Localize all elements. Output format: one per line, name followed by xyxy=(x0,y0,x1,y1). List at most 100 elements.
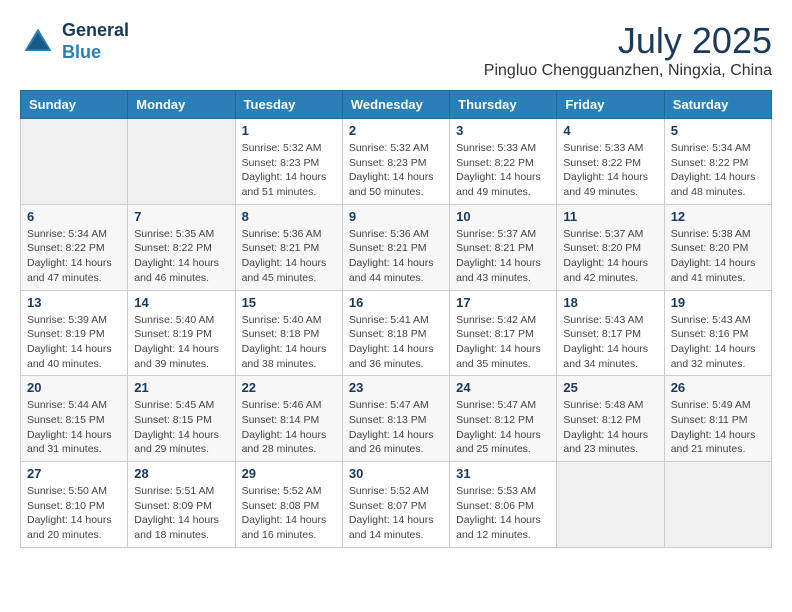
calendar-cell: 23 Sunrise: 5:47 AM Sunset: 8:13 PM Dayli… xyxy=(342,376,449,462)
calendar-cell xyxy=(128,119,235,205)
weekday-header-monday: Monday xyxy=(128,91,235,119)
day-info: Sunrise: 5:37 AM Sunset: 8:21 PM Dayligh… xyxy=(456,227,550,286)
calendar-cell xyxy=(664,462,771,548)
day-number: 27 xyxy=(27,466,121,481)
day-info: Sunrise: 5:49 AM Sunset: 8:11 PM Dayligh… xyxy=(671,398,765,457)
day-info: Sunrise: 5:40 AM Sunset: 8:19 PM Dayligh… xyxy=(134,313,228,372)
calendar-cell xyxy=(21,119,128,205)
calendar-cell: 30 Sunrise: 5:52 AM Sunset: 8:07 PM Dayli… xyxy=(342,462,449,548)
day-info: Sunrise: 5:37 AM Sunset: 8:20 PM Dayligh… xyxy=(563,227,657,286)
day-info: Sunrise: 5:36 AM Sunset: 8:21 PM Dayligh… xyxy=(349,227,443,286)
day-number: 24 xyxy=(456,380,550,395)
day-number: 23 xyxy=(349,380,443,395)
calendar-cell: 4 Sunrise: 5:33 AM Sunset: 8:22 PM Daylig… xyxy=(557,119,664,205)
calendar-cell: 17 Sunrise: 5:42 AM Sunset: 8:17 PM Dayli… xyxy=(450,290,557,376)
header: General Blue July 2025 Pingluo Chengguan… xyxy=(20,20,772,80)
day-number: 21 xyxy=(134,380,228,395)
day-info: Sunrise: 5:52 AM Sunset: 8:07 PM Dayligh… xyxy=(349,484,443,543)
calendar-cell: 2Sunrise: 5:32 AM Sunset: 8:23 PM Daylig… xyxy=(342,119,449,205)
day-number: 19 xyxy=(671,295,765,310)
calendar-cell: 5Sunrise: 5:34 AM Sunset: 8:22 PM Daylig… xyxy=(664,119,771,205)
week-row-1: 1 Sunrise: 5:32 AM Sunset: 8:23 PM Daylig… xyxy=(21,119,772,205)
month-title: July 2025 xyxy=(484,20,772,62)
day-info: Sunrise: 5:46 AM Sunset: 8:14 PM Dayligh… xyxy=(242,398,336,457)
day-number: 28 xyxy=(134,466,228,481)
day-number: 18 xyxy=(563,295,657,310)
weekday-header-tuesday: Tuesday xyxy=(235,91,342,119)
week-row-3: 13 Sunrise: 5:39 AM Sunset: 8:19 PM Dayli… xyxy=(21,290,772,376)
day-info: Sunrise: 5:32 AM Sunset: 8:23 PM Dayligh… xyxy=(242,141,336,200)
day-info: Sunrise: 5:39 AM Sunset: 8:19 PM Dayligh… xyxy=(27,313,121,372)
week-row-4: 20Sunrise: 5:44 AM Sunset: 8:15 PM Dayli… xyxy=(21,376,772,462)
day-number: 16 xyxy=(349,295,443,310)
calendar-cell: 19 Sunrise: 5:43 AM Sunset: 8:16 PM Dayli… xyxy=(664,290,771,376)
calendar-cell: 3 Sunrise: 5:33 AM Sunset: 8:22 PM Daylig… xyxy=(450,119,557,205)
logo-text: General Blue xyxy=(62,20,129,63)
day-info: Sunrise: 5:50 AM Sunset: 8:10 PM Dayligh… xyxy=(27,484,121,543)
calendar-cell: 16 Sunrise: 5:41 AM Sunset: 8:18 PM Dayli… xyxy=(342,290,449,376)
logo-line2: Blue xyxy=(62,42,129,64)
logo: General Blue xyxy=(20,20,129,63)
day-info: Sunrise: 5:38 AM Sunset: 8:20 PM Dayligh… xyxy=(671,227,765,286)
day-number: 5 xyxy=(671,123,765,138)
day-number: 30 xyxy=(349,466,443,481)
day-number: 22 xyxy=(242,380,336,395)
day-info: Sunrise: 5:43 AM Sunset: 8:16 PM Dayligh… xyxy=(671,313,765,372)
day-info: Sunrise: 5:44 AM Sunset: 8:15 PM Dayligh… xyxy=(27,398,121,457)
calendar-cell: 22 Sunrise: 5:46 AM Sunset: 8:14 PM Dayli… xyxy=(235,376,342,462)
day-number: 2 xyxy=(349,123,443,138)
day-info: Sunrise: 5:51 AM Sunset: 8:09 PM Dayligh… xyxy=(134,484,228,543)
day-info: Sunrise: 5:42 AM Sunset: 8:17 PM Dayligh… xyxy=(456,313,550,372)
calendar-cell: 9Sunrise: 5:36 AM Sunset: 8:21 PM Daylig… xyxy=(342,204,449,290)
calendar-cell xyxy=(557,462,664,548)
day-info: Sunrise: 5:52 AM Sunset: 8:08 PM Dayligh… xyxy=(242,484,336,543)
calendar-cell: 11Sunrise: 5:37 AM Sunset: 8:20 PM Dayli… xyxy=(557,204,664,290)
day-info: Sunrise: 5:45 AM Sunset: 8:15 PM Dayligh… xyxy=(134,398,228,457)
calendar-cell: 14 Sunrise: 5:40 AM Sunset: 8:19 PM Dayli… xyxy=(128,290,235,376)
calendar-cell: 7 Sunrise: 5:35 AM Sunset: 8:22 PM Daylig… xyxy=(128,204,235,290)
day-info: Sunrise: 5:48 AM Sunset: 8:12 PM Dayligh… xyxy=(563,398,657,457)
day-number: 17 xyxy=(456,295,550,310)
day-info: Sunrise: 5:33 AM Sunset: 8:22 PM Dayligh… xyxy=(563,141,657,200)
day-number: 26 xyxy=(671,380,765,395)
day-info: Sunrise: 5:47 AM Sunset: 8:12 PM Dayligh… xyxy=(456,398,550,457)
calendar-cell: 20Sunrise: 5:44 AM Sunset: 8:15 PM Dayli… xyxy=(21,376,128,462)
calendar-cell: 18 Sunrise: 5:43 AM Sunset: 8:17 PM Dayli… xyxy=(557,290,664,376)
calendar-cell: 31Sunrise: 5:53 AM Sunset: 8:06 PM Dayli… xyxy=(450,462,557,548)
calendar-cell: 29 Sunrise: 5:52 AM Sunset: 8:08 PM Dayli… xyxy=(235,462,342,548)
day-number: 10 xyxy=(456,209,550,224)
calendar-cell: 13 Sunrise: 5:39 AM Sunset: 8:19 PM Dayli… xyxy=(21,290,128,376)
calendar-cell: 15Sunrise: 5:40 AM Sunset: 8:18 PM Dayli… xyxy=(235,290,342,376)
day-info: Sunrise: 5:35 AM Sunset: 8:22 PM Dayligh… xyxy=(134,227,228,286)
calendar-header: SundayMondayTuesdayWednesdayThursdayFrid… xyxy=(21,91,772,119)
day-info: Sunrise: 5:53 AM Sunset: 8:06 PM Dayligh… xyxy=(456,484,550,543)
week-row-5: 27 Sunrise: 5:50 AM Sunset: 8:10 PM Dayli… xyxy=(21,462,772,548)
day-info: Sunrise: 5:47 AM Sunset: 8:13 PM Dayligh… xyxy=(349,398,443,457)
day-number: 13 xyxy=(27,295,121,310)
weekday-header-saturday: Saturday xyxy=(664,91,771,119)
calendar-cell: 6 Sunrise: 5:34 AM Sunset: 8:22 PM Daylig… xyxy=(21,204,128,290)
calendar-cell: 27 Sunrise: 5:50 AM Sunset: 8:10 PM Dayli… xyxy=(21,462,128,548)
day-info: Sunrise: 5:43 AM Sunset: 8:17 PM Dayligh… xyxy=(563,313,657,372)
day-number: 6 xyxy=(27,209,121,224)
calendar-body: 1 Sunrise: 5:32 AM Sunset: 8:23 PM Daylig… xyxy=(21,119,772,548)
weekday-header-row: SundayMondayTuesdayWednesdayThursdayFrid… xyxy=(21,91,772,119)
day-number: 7 xyxy=(134,209,228,224)
day-info: Sunrise: 5:34 AM Sunset: 8:22 PM Dayligh… xyxy=(27,227,121,286)
day-info: Sunrise: 5:40 AM Sunset: 8:18 PM Dayligh… xyxy=(242,313,336,372)
calendar-cell: 24 Sunrise: 5:47 AM Sunset: 8:12 PM Dayli… xyxy=(450,376,557,462)
day-number: 14 xyxy=(134,295,228,310)
day-info: Sunrise: 5:41 AM Sunset: 8:18 PM Dayligh… xyxy=(349,313,443,372)
day-number: 4 xyxy=(563,123,657,138)
weekday-header-wednesday: Wednesday xyxy=(342,91,449,119)
day-info: Sunrise: 5:33 AM Sunset: 8:22 PM Dayligh… xyxy=(456,141,550,200)
day-number: 29 xyxy=(242,466,336,481)
calendar-cell: 10 Sunrise: 5:37 AM Sunset: 8:21 PM Dayli… xyxy=(450,204,557,290)
logo-icon xyxy=(20,24,56,60)
calendar-cell: 8Sunrise: 5:36 AM Sunset: 8:21 PM Daylig… xyxy=(235,204,342,290)
day-number: 12 xyxy=(671,209,765,224)
title-area: July 2025 Pingluo Chengguanzhen, Ningxia… xyxy=(484,20,772,80)
day-number: 3 xyxy=(456,123,550,138)
calendar-cell: 28 Sunrise: 5:51 AM Sunset: 8:09 PM Dayli… xyxy=(128,462,235,548)
day-number: 1 xyxy=(242,123,336,138)
